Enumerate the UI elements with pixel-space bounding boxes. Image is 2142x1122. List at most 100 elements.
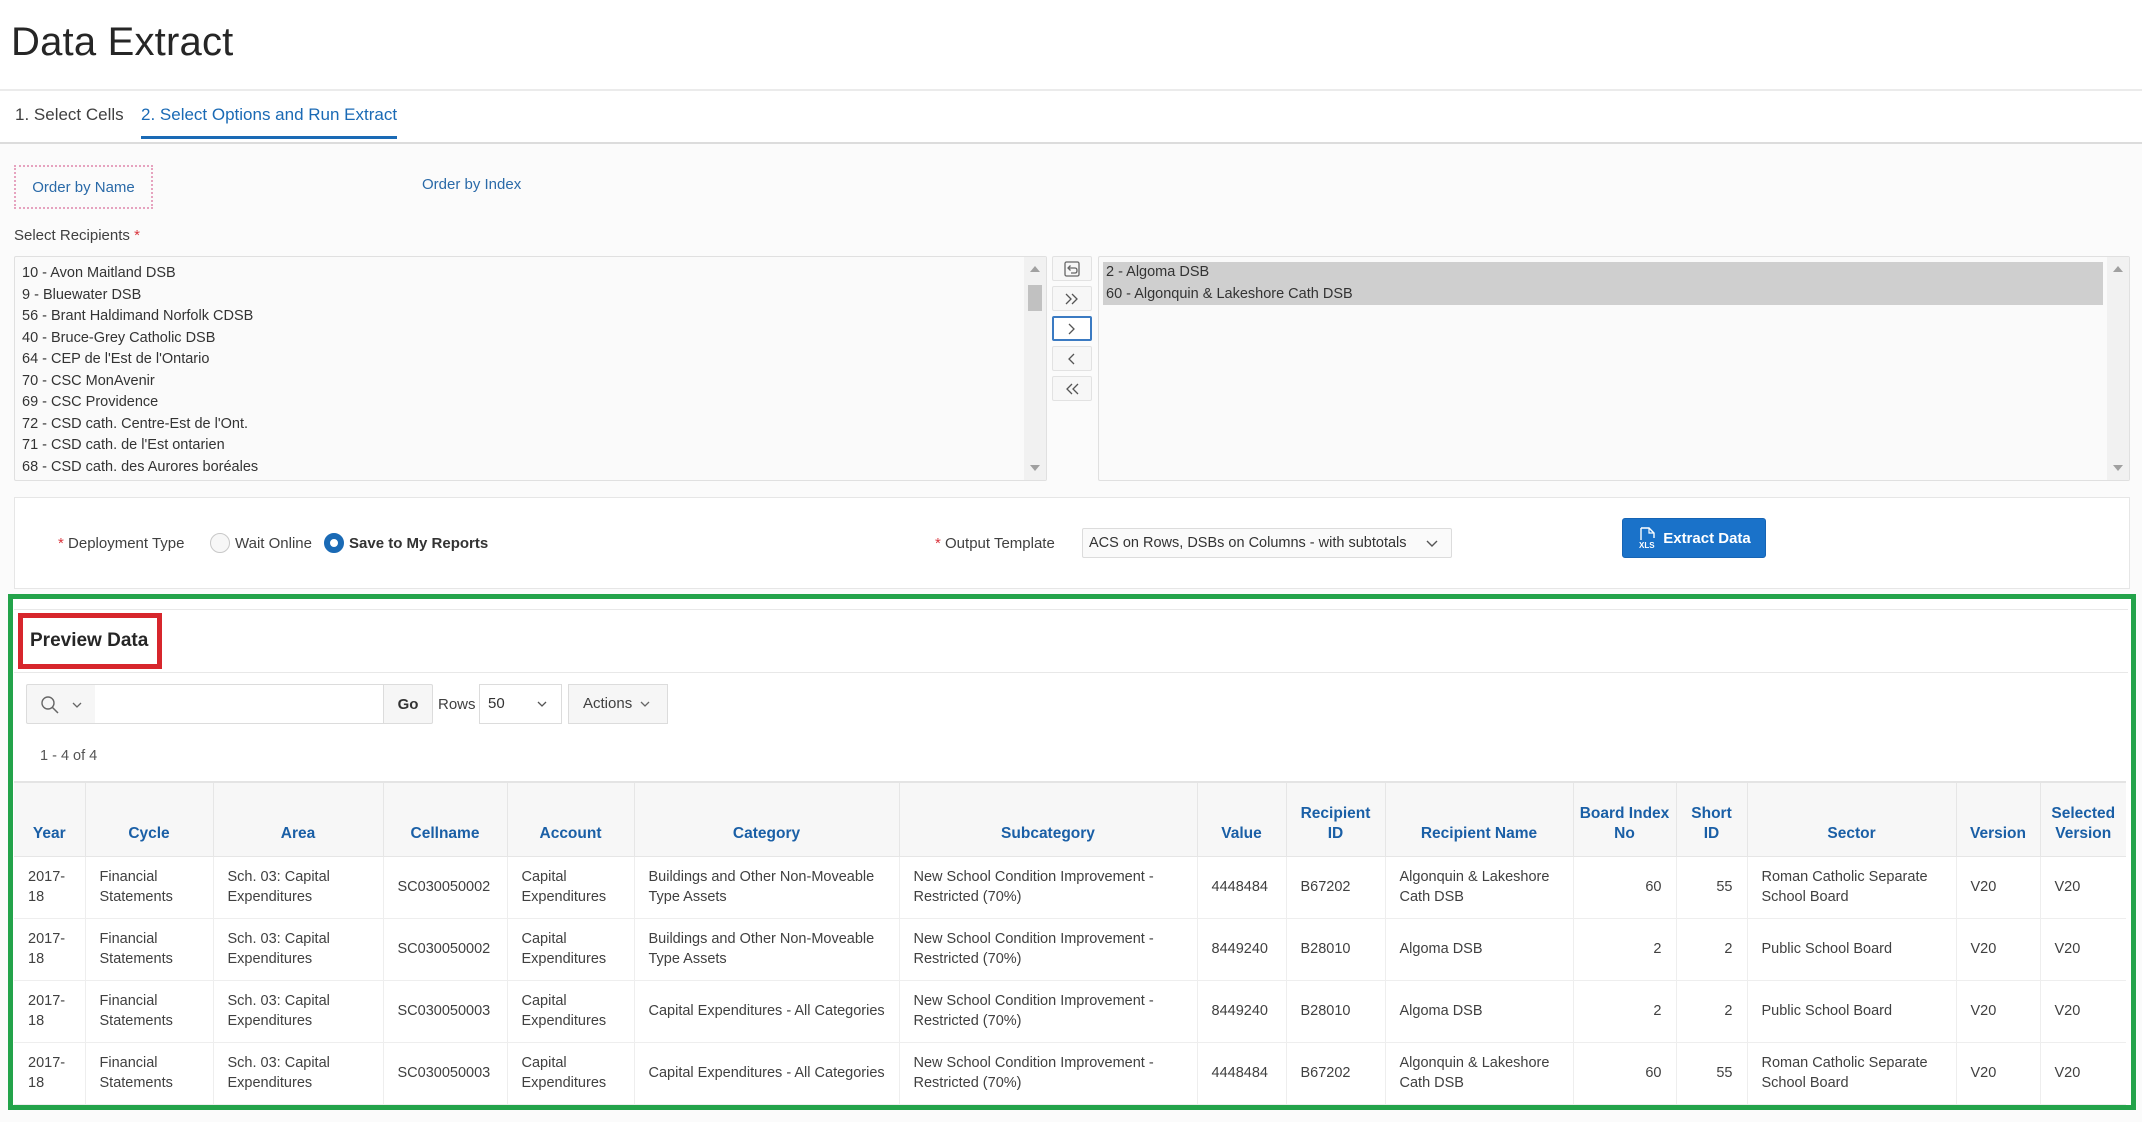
- chevron-right-icon: [1068, 323, 1075, 334]
- available-recipient-list-item[interactable]: 10 - Avon Maitland DSB: [21, 263, 1020, 285]
- available-recipient-list-item[interactable]: 56 - Brant Haldimand Norfolk CDSB: [21, 306, 1020, 328]
- cell-value: 8449240: [1197, 918, 1287, 981]
- rows-per-page-select[interactable]: 50: [479, 684, 562, 724]
- selected-list-scrollbar[interactable]: [2107, 257, 2129, 480]
- preview-data-table: Year Cycle Area Cellname Account Category Subc…: [14, 781, 2126, 1105]
- column-header-board-index-no[interactable]: Board Index No: [1573, 782, 1677, 857]
- save-to-my-reports-radio[interactable]: [324, 533, 344, 553]
- available-recipient-list-item[interactable]: 72 - CSD cath. Centre-Est de l'Ont.: [21, 414, 1020, 436]
- wait-online-label[interactable]: Wait Online: [235, 535, 312, 552]
- extract-data-label: Extract Data: [1663, 529, 1751, 547]
- available-recipient-list-item[interactable]: 40 - Bruce-Grey Catholic DSB: [21, 328, 1020, 350]
- reset-shuttle-button[interactable]: [1052, 256, 1092, 281]
- cell-short-id: 2: [1676, 918, 1748, 981]
- remove-all-button[interactable]: [1052, 376, 1092, 401]
- tab-select-cells[interactable]: 1. Select Cells: [15, 105, 124, 136]
- tab-select-options[interactable]: 2. Select Options and Run Extract: [141, 105, 398, 139]
- search-column-menu[interactable]: [26, 684, 96, 724]
- svg-text:XLS: XLS: [1639, 541, 1655, 550]
- scroll-up-arrow-icon[interactable]: [1030, 266, 1040, 272]
- selected-recipients-list[interactable]: 2 - Algoma DSB 60 - Algonquin & Lakeshore…: [1098, 256, 2130, 481]
- output-template-value: ACS on Rows, DSBs on Columns - with subt…: [1089, 535, 1407, 551]
- cell-year: 2017-18: [14, 1042, 86, 1105]
- scroll-down-arrow-icon[interactable]: [1030, 465, 1040, 471]
- available-recipient-list-item[interactable]: 70 - CSC MonAvenir: [21, 371, 1020, 393]
- required-marker: *: [134, 227, 140, 244]
- column-header-subcategory[interactable]: Subcategory: [899, 782, 1198, 857]
- available-recipient-list-item[interactable]: 64 - CEP de l'Est de l'Ontario: [21, 349, 1020, 371]
- column-header-account[interactable]: Account: [507, 782, 635, 857]
- column-header-area[interactable]: Area: [213, 782, 384, 857]
- selected-recipient-list-item[interactable]: 60 - Algonquin & Lakeshore Cath DSB: [1103, 283, 2103, 305]
- column-header-year[interactable]: Year: [14, 782, 86, 857]
- order-by-name-label: Order by Name: [32, 178, 135, 196]
- available-list-scrollbar[interactable]: [1024, 257, 1046, 480]
- column-header-version[interactable]: Version: [1956, 782, 2041, 857]
- cell-board-index-no: 2: [1573, 918, 1677, 981]
- available-recipient-list-item[interactable]: 69 - CSC Providence: [21, 392, 1020, 414]
- cell-selected-version: V20: [2040, 918, 2126, 981]
- column-header-selected-version[interactable]: Selected Version: [2040, 782, 2126, 857]
- preview-header-divider: [14, 672, 2128, 673]
- cell-account: Capital Expenditures: [507, 1042, 635, 1105]
- table-row: 2017-18 Financial Statements Sch. 03: Capi…: [14, 918, 2126, 981]
- cell-year: 2017-18: [14, 980, 86, 1043]
- double-chevron-right-icon: [1065, 293, 1078, 304]
- cell-version: V20: [1956, 856, 2041, 919]
- move-all-button[interactable]: [1052, 286, 1092, 311]
- available-recipient-list-item[interactable]: 9 - Bluewater DSB: [21, 285, 1020, 307]
- column-header-recipient-name[interactable]: Recipient Name: [1385, 782, 1574, 857]
- search-input[interactable]: [95, 684, 384, 724]
- save-to-my-reports-label[interactable]: Save to My Reports: [349, 535, 488, 552]
- cell-subcategory: New School Condition Improvement - Restr…: [899, 1042, 1198, 1105]
- cell-recipient-name: Algonquin & Lakeshore Cath DSB: [1385, 856, 1574, 919]
- available-recipients-list[interactable]: 10 - Avon Maitland DSB 9 - Bluewater DSB 5…: [14, 256, 1047, 481]
- cell-recipient-id: B67202: [1286, 1042, 1386, 1105]
- pagination-count: 1 - 4 of 4: [40, 748, 98, 764]
- go-button[interactable]: Go: [383, 684, 433, 724]
- column-header-cellname[interactable]: Cellname: [383, 782, 508, 857]
- order-by-index-button[interactable]: Order by Index: [422, 176, 521, 193]
- column-header-sector[interactable]: Sector: [1747, 782, 1957, 857]
- required-marker: *: [935, 535, 941, 552]
- column-header-recipient-id[interactable]: Recipient ID: [1286, 782, 1386, 857]
- cell-sector: Public School Board: [1747, 980, 1957, 1043]
- scroll-up-arrow-icon[interactable]: [2113, 266, 2123, 272]
- remove-button[interactable]: [1052, 346, 1092, 371]
- cell-short-id: 55: [1676, 856, 1748, 919]
- select-recipients-text: Select Recipients: [14, 227, 130, 244]
- order-by-name-button[interactable]: Order by Name: [14, 165, 153, 209]
- cell-board-index-no: 60: [1573, 856, 1677, 919]
- chevron-down-icon: [72, 702, 82, 708]
- wait-online-radio[interactable]: [210, 533, 230, 553]
- cell-version: V20: [1956, 980, 2041, 1043]
- output-template-text: Output Template: [945, 535, 1055, 552]
- output-template-select[interactable]: ACS on Rows, DSBs on Columns - with subt…: [1082, 528, 1452, 558]
- available-recipient-list-item[interactable]: 71 - CSD cath. de l'Est ontarien: [21, 435, 1020, 457]
- cell-recipient-name: Algonquin & Lakeshore Cath DSB: [1385, 1042, 1574, 1105]
- extract-data-button[interactable]: XLS Extract Data: [1622, 518, 1766, 558]
- cell-category: Capital Expenditures - All Categories: [634, 1042, 900, 1105]
- cell-area: Sch. 03: Capital Expenditures: [213, 1042, 384, 1105]
- selected-recipient-list-item[interactable]: 2 - Algoma DSB: [1103, 262, 2103, 284]
- select-recipients-label: Select Recipients *: [14, 227, 140, 244]
- cell-value: 4448484: [1197, 856, 1287, 919]
- cell-recipient-id: B28010: [1286, 980, 1386, 1043]
- chevron-left-icon: [1068, 353, 1075, 364]
- available-recipient-list-item[interactable]: 68 - CSD cath. des Aurores boréales: [21, 457, 1020, 479]
- column-header-cycle[interactable]: Cycle: [85, 782, 214, 857]
- column-header-short-id[interactable]: Short ID: [1676, 782, 1748, 857]
- preview-top-divider: [14, 609, 2128, 610]
- selected-items: 2 - Algoma DSB 60 - Algonquin & Lakeshore…: [1103, 262, 2103, 305]
- column-header-category[interactable]: Category: [634, 782, 900, 857]
- cell-selected-version: V20: [2040, 1042, 2126, 1105]
- move-button[interactable]: [1052, 316, 1092, 341]
- cell-value: 8449240: [1197, 980, 1287, 1043]
- cell-recipient-id: B67202: [1286, 856, 1386, 919]
- column-header-value[interactable]: Value: [1197, 782, 1287, 857]
- cell-sector: Public School Board: [1747, 918, 1957, 981]
- scroll-down-arrow-icon[interactable]: [2113, 465, 2123, 471]
- scrollbar-thumb[interactable]: [1028, 285, 1042, 311]
- actions-menu-button[interactable]: Actions: [568, 684, 668, 724]
- cell-board-index-no: 2: [1573, 980, 1677, 1043]
